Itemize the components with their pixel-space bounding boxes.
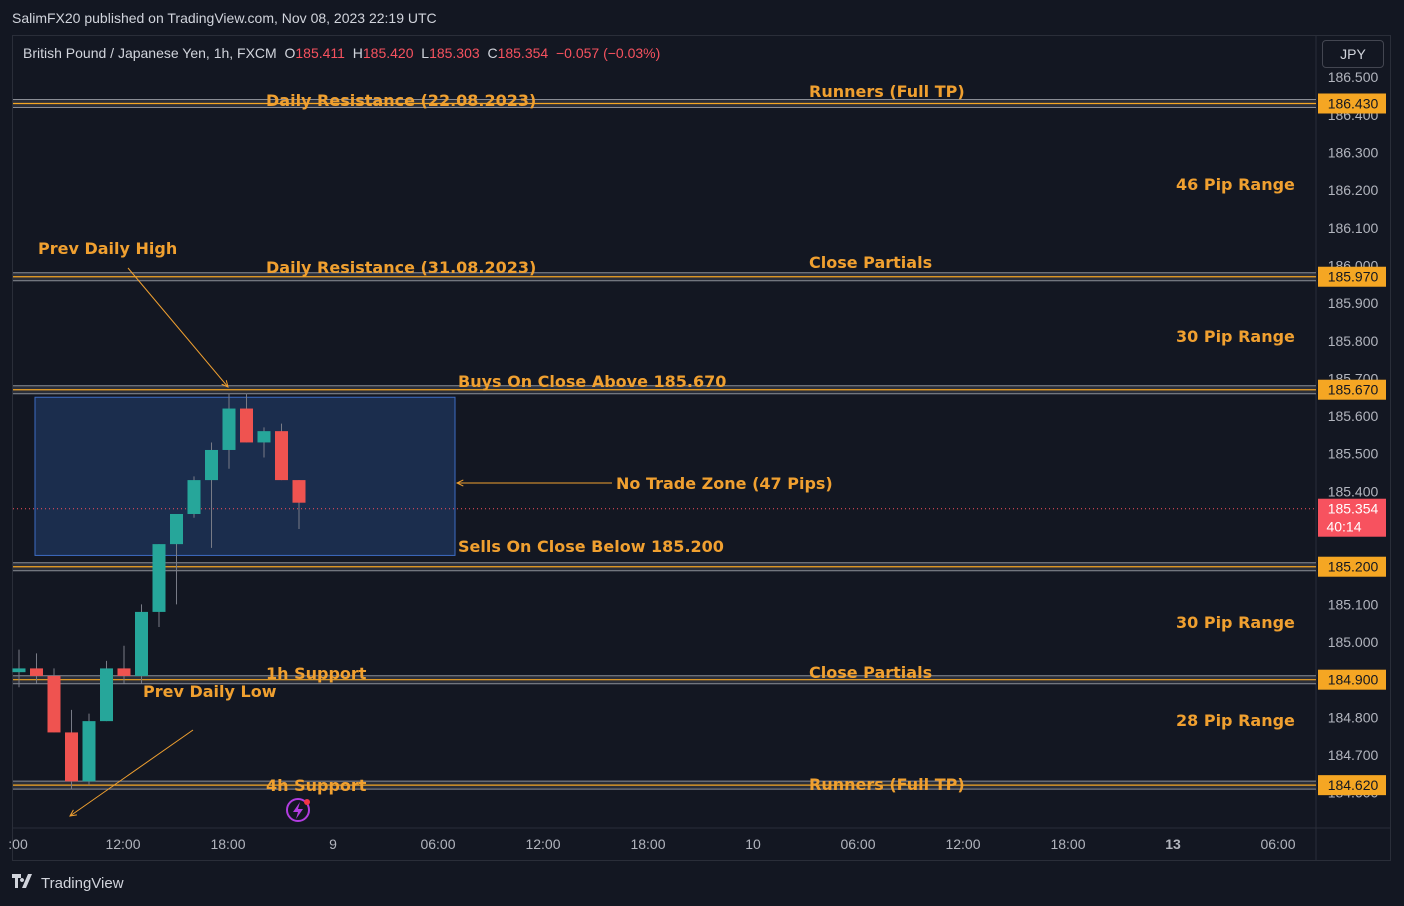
- annotation-label: 28 Pip Range: [1176, 711, 1295, 730]
- badge-layer: 186.430 185.970 185.670 185.200 184.900 184.6…: [1318, 93, 1386, 796]
- x-tick-label: 06:00: [840, 836, 875, 852]
- x-tick-label: 10: [745, 836, 761, 852]
- annotation-label: 30 Pip Range: [1176, 327, 1295, 346]
- annotation-label: 4h Support: [266, 776, 367, 795]
- legend-close-label: C: [487, 45, 498, 61]
- annotation-label: Prev Daily High: [38, 239, 177, 258]
- candle-bear: [47, 668, 61, 733]
- candle-bull: [170, 513, 183, 605]
- legend-symbol[interactable]: British Pound / Japanese Yen, 1h, FXCM: [23, 45, 277, 61]
- legend-low: 185.303: [429, 45, 480, 61]
- annotation-label: Sells On Close Below 185.200: [458, 537, 724, 556]
- level-price-badge: 186.430: [1318, 93, 1386, 114]
- level-price-badge: 184.620: [1318, 775, 1386, 796]
- annotation-label: Close Partials: [809, 663, 932, 682]
- annotation-label: 30 Pip Range: [1176, 613, 1295, 632]
- annotation-label: 1h Support: [266, 664, 367, 683]
- candle-bull: [187, 476, 201, 518]
- x-tick-label: 06:00: [420, 836, 455, 852]
- legend-open-label: O: [284, 45, 296, 61]
- y-tick-label: 186.300: [1328, 144, 1379, 160]
- x-tick-label: :00: [8, 836, 28, 852]
- svg-text:185.970: 185.970: [1328, 269, 1379, 285]
- legend-high-label: H: [352, 45, 363, 61]
- legend-open: 185.411: [295, 45, 345, 61]
- y-tick-label: 186.500: [1328, 69, 1379, 85]
- countdown: 40:14: [1326, 519, 1361, 535]
- level-price-badge: 185.200: [1318, 556, 1386, 577]
- legend-low-label: L: [421, 45, 430, 61]
- annotation-label: Runners (Full TP): [809, 82, 965, 101]
- tradingview-logo-icon: [12, 874, 36, 892]
- candle-bear: [275, 423, 288, 481]
- svg-text:184.620: 184.620: [1328, 777, 1379, 793]
- y-tick-label: 184.800: [1328, 709, 1379, 725]
- annotation-label: Runners (Full TP): [809, 775, 965, 794]
- tradingview-logo[interactable]: TradingView: [12, 874, 124, 892]
- y-tick-label: 185.600: [1328, 408, 1379, 424]
- footer-brand: TradingView: [41, 874, 124, 892]
- y-tick-label: 184.700: [1328, 747, 1379, 763]
- legend-close: 185.354: [497, 45, 549, 61]
- annotation-label: 46 Pip Range: [1176, 175, 1295, 194]
- x-tick-label: 12:00: [525, 836, 560, 852]
- x-tick-label: 12:00: [945, 836, 980, 852]
- level-price-badge: 184.900: [1318, 669, 1386, 690]
- x-tick-label: 13: [1165, 836, 1181, 852]
- y-tick-label: 185.900: [1328, 295, 1379, 311]
- svg-text:186.430: 186.430: [1328, 96, 1379, 112]
- legend-change: −0.057 (−0.03%): [555, 45, 661, 61]
- svg-text:185.200: 185.200: [1328, 559, 1379, 575]
- y-tick-label: 185.800: [1328, 333, 1379, 349]
- x-tick-label: 06:00: [1260, 836, 1295, 852]
- x-tick-label: 18:00: [1050, 836, 1085, 852]
- candle-bull: [100, 660, 113, 722]
- symbol-legend[interactable]: British Pound / Japanese Yen, 1h, FXCM O…: [23, 45, 660, 61]
- no-trade-zone-label: No Trade Zone (47 Pips): [616, 474, 833, 493]
- x-tick-label: 18:00: [210, 836, 245, 852]
- candle-bull: [82, 713, 96, 786]
- current-price-badge: 185.354 40:14: [1318, 498, 1386, 537]
- level-price-badge: 185.670: [1318, 379, 1386, 400]
- alert-icon: [286, 798, 310, 822]
- svg-text:184.900: 184.900: [1328, 672, 1379, 688]
- y-tick-label: 186.100: [1328, 220, 1379, 236]
- currency-button[interactable]: JPY: [1322, 40, 1384, 68]
- price-chart[interactable]: Runners (Full TP) Daily Resistance (22.08…: [0, 0, 1404, 906]
- x-tick-label: 12:00: [105, 836, 140, 852]
- candle-bull: [135, 604, 148, 684]
- annotation-label: Prev Daily Low: [143, 682, 277, 701]
- candle-bull: [152, 544, 166, 627]
- level-price-badge: 185.970: [1318, 266, 1386, 287]
- x-tick-label: 9: [329, 836, 337, 852]
- annotation-label: Daily Resistance (22.08.2023): [266, 91, 536, 110]
- y-tick-label: 185.400: [1328, 483, 1379, 499]
- no-trade-zone-arrow: [455, 479, 612, 487]
- y-tick-label: 186.200: [1328, 182, 1379, 198]
- legend-high: 185.420: [362, 45, 414, 61]
- y-tick-label: 185.000: [1328, 634, 1379, 650]
- annotation-label: Close Partials: [809, 253, 932, 272]
- candle-bear: [65, 709, 78, 789]
- annotation-label: Daily Resistance (31.08.2023): [266, 258, 536, 277]
- y-tick-label: 185.100: [1328, 596, 1379, 612]
- prev-daily-high-arrow: [127, 267, 229, 388]
- svg-text:185.670: 185.670: [1328, 382, 1379, 398]
- annotation-label: Buys On Close Above 185.670: [458, 372, 726, 391]
- y-tick-label: 185.500: [1328, 446, 1379, 462]
- current-price-value: 185.354: [1328, 501, 1379, 517]
- x-tick-label: 18:00: [630, 836, 665, 852]
